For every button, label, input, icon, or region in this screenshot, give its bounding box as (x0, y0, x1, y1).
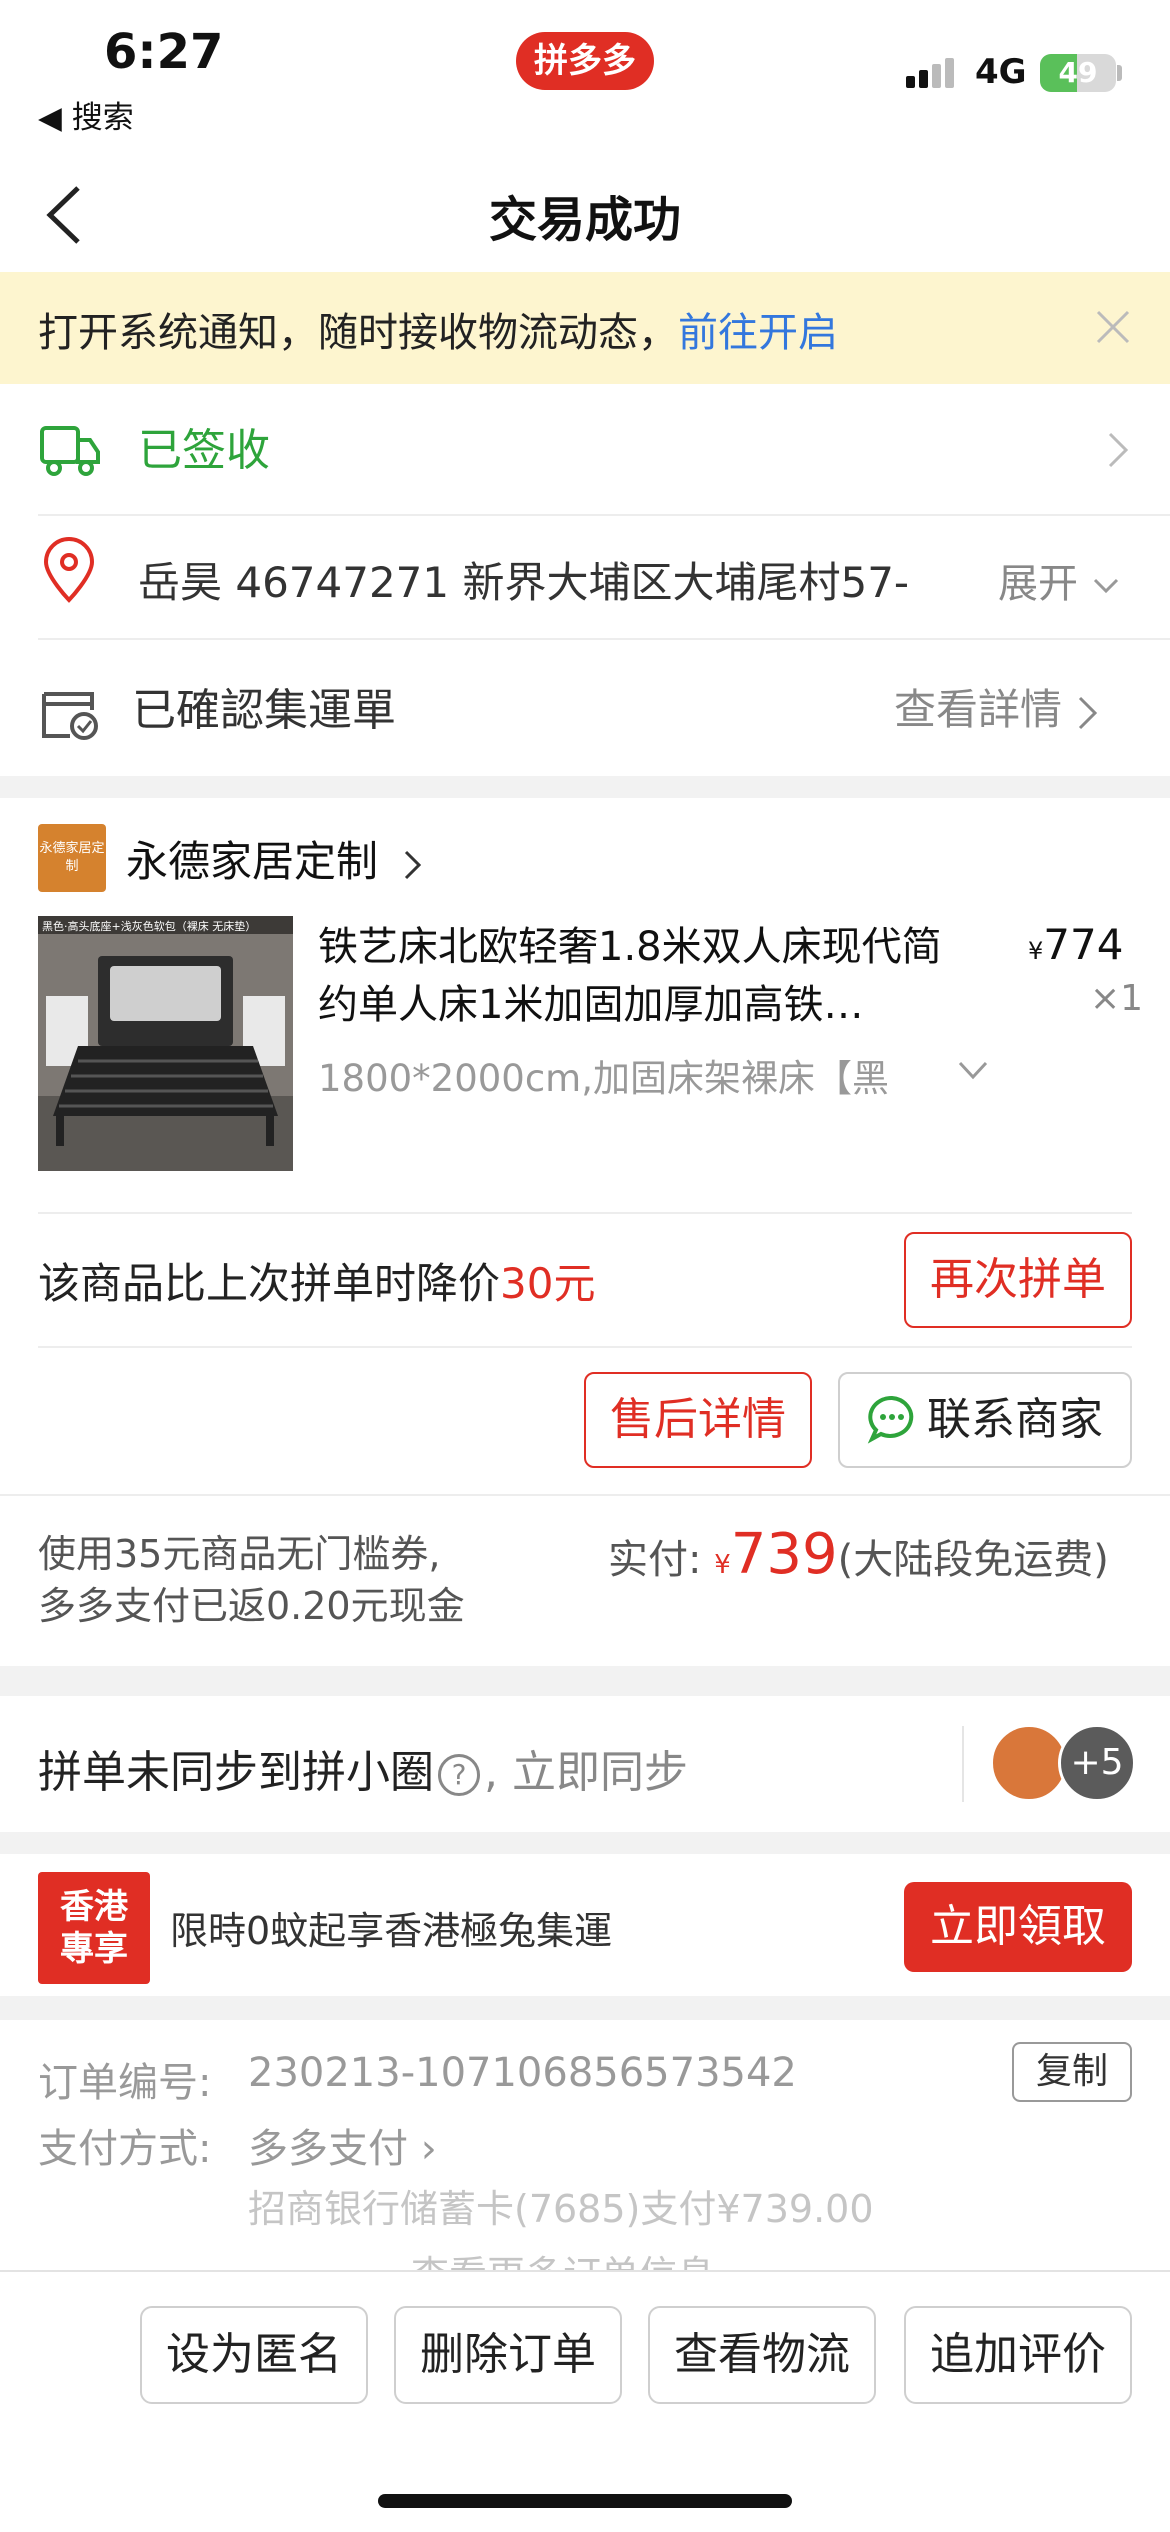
sync-to-circle-row[interactable]: 拼单未同步到拼小圈?, 立即同步 (38, 1736, 688, 1800)
chevron-right-icon (1108, 432, 1129, 468)
chat-icon (867, 1395, 914, 1444)
back-to-search-link[interactable]: ◀ 搜索 (38, 92, 134, 137)
battery-icon: 49 (1040, 54, 1116, 92)
help-icon[interactable]: ? (438, 1754, 480, 1796)
bank-payment-detail: 招商银行储蓄卡(7685)支付¥739.00 (248, 2187, 874, 2231)
payment-method-label: 支付方式: (38, 2126, 212, 2172)
home-indicator (378, 2494, 792, 2508)
location-pin-icon (43, 537, 95, 603)
delivery-status-row[interactable]: 已签收 (0, 384, 1170, 514)
paid-amount: 实付: ¥739(大陆段免运费) (608, 1522, 1109, 1587)
promo-card: 香港 專享 限時0蚊起享香港極兔集運 立即領取 (0, 1854, 1170, 1996)
status-time: 6:27 (104, 24, 224, 80)
view-logistics-button[interactable]: 查看物流 (648, 2306, 876, 2404)
avatar[interactable] (990, 1724, 1068, 1802)
paid-label: 实付: (608, 1537, 715, 1583)
consolidation-icon (42, 692, 98, 740)
order-number-label: 订单编号: (38, 2060, 212, 2106)
rebuy-button[interactable]: 再次拼单 (904, 1232, 1132, 1328)
order-info-card: 订单编号: 230213-107106856573542 复制 支付方式: 多多… (0, 2020, 1170, 2270)
divider (962, 1726, 964, 1802)
page-title: 交易成功 (488, 192, 681, 248)
bed-illustration (38, 916, 293, 1171)
close-icon[interactable] (1088, 302, 1138, 352)
store-name-link[interactable]: 永德家居定制 (126, 828, 425, 889)
chevron-down-icon[interactable] (955, 1053, 991, 1089)
truck-icon (40, 426, 100, 476)
badge-line-2: 專享 (60, 1929, 128, 1969)
delivery-status: 已签收 (138, 425, 270, 476)
price-drop-notice: 该商品比上次拼单时降价30元 (38, 1250, 595, 1311)
sync-now-link[interactable]: , 立即同步 (484, 1747, 688, 1798)
product-title[interactable]: 铁艺床北欧轻奢1.8米双人床现代简约单人床1米加固加厚加高铁… (318, 918, 978, 1034)
add-review-button[interactable]: 追加评价 (904, 2306, 1132, 2404)
order-number: 230213-107106856573542 (248, 2050, 797, 2096)
hk-exclusive-badge: 香港 專享 (38, 1872, 150, 1984)
cashback-note: 多多支付已返0.20元现金 (38, 1584, 465, 1628)
expand-label: 展开 (998, 561, 1078, 607)
product-spec[interactable]: 1800*2000cm,加固床架裸床【黑 (318, 1048, 958, 1102)
chevron-down-icon (1093, 578, 1118, 594)
payment-note: 使用35元商品无门槛券, 多多支付已返0.20元现金 (38, 1528, 465, 1632)
promo-text: 限時0蚊起享香港極兔集運 (170, 1909, 613, 1953)
notice-text: 打开系统通知，随时接收物流动态， (38, 310, 678, 356)
bottom-action-bar: 设为匿名 删除订单 查看物流 追加评价 (0, 2270, 1170, 2532)
consolidation-status: 已確認集運單 (132, 685, 396, 736)
price-value: 774 (1043, 920, 1124, 969)
price-drop-amount: 30元 (500, 1259, 596, 1308)
notice-message: 打开系统通知，随时接收物流动态，前往开启 (38, 300, 838, 358)
copy-button[interactable]: 复制 (1012, 2042, 1132, 2102)
status-bar: 6:27 ◀ 搜索 拼多多 4G 49 (0, 0, 1170, 160)
divider (0, 1494, 1170, 1496)
store-name: 永德家居定制 (126, 837, 379, 886)
app-logo: 拼多多 (516, 32, 654, 90)
product-image-caption: 黑色·高头底座+浅灰色软包（裸床 无床垫） (42, 920, 257, 933)
battery-cap (1117, 65, 1122, 81)
network-type: 4G (975, 52, 1027, 92)
view-details-link[interactable]: 查看詳情 (894, 676, 1101, 737)
set-anonymous-button[interactable]: 设为匿名 (140, 2306, 368, 2404)
store-logo[interactable]: 永德家居定制 (38, 824, 106, 892)
sync-card: 拼单未同步到拼小圈?, 立即同步 +5 (0, 1696, 1170, 1832)
payment-method[interactable]: 多多支付 › (248, 2116, 437, 2174)
paid-value: 739 (730, 1522, 838, 1587)
view-details-label: 查看詳情 (894, 685, 1063, 734)
price-currency: ¥ (1028, 937, 1044, 965)
after-sale-button[interactable]: 售后详情 (584, 1372, 812, 1468)
battery-level: 49 (1058, 56, 1098, 89)
view-more-order-info[interactable]: 查看更多订单信息 ⌄ (0, 2244, 1170, 2270)
order-product-card: 永德家居定制 永德家居定制 黑色·高头底座+浅灰色软包（裸床 无床垫） 铁艺床北… (0, 798, 1170, 1666)
nav-bar: 交易成功 (0, 160, 1170, 272)
product-quantity: ×1 (1090, 978, 1144, 1019)
signal-icon (906, 58, 958, 88)
sync-message: 拼单未同步到拼小圈 (38, 1747, 434, 1798)
paid-currency: ¥ (714, 1550, 731, 1580)
expand-address-button[interactable]: 展开 (998, 551, 1121, 609)
coupon-note: 使用35元商品无门槛券, (38, 1532, 441, 1576)
price-drop-text: 该商品比上次拼单时降价 (38, 1259, 501, 1308)
badge-line-1: 香港 (60, 1887, 128, 1927)
product-image[interactable]: 黑色·高头底座+浅灰色软包（裸床 无床垫） (38, 916, 293, 1171)
delete-order-button[interactable]: 删除订单 (394, 2306, 622, 2404)
divider (38, 1346, 1132, 1348)
product-price: ¥774 (1028, 920, 1123, 969)
notification-banner: 打开系统通知，随时接收物流动态，前往开启 (0, 272, 1170, 384)
chevron-right-icon (1079, 696, 1098, 729)
contact-merchant-label: 联系商家 (927, 1394, 1103, 1445)
claim-now-button[interactable]: 立即領取 (904, 1882, 1132, 1972)
chevron-right-icon (405, 850, 422, 879)
avatar-more-count[interactable]: +5 (1058, 1724, 1136, 1802)
contact-merchant-button[interactable]: 联系商家 (838, 1372, 1132, 1468)
shipping-note: (大陆段免运费) (837, 1537, 1109, 1583)
enable-notification-link[interactable]: 前往开启 (678, 310, 838, 356)
divider (38, 1212, 1132, 1214)
order-status-card: 已签收 岳昊 46747271 新界大埔区大埔尾村57- 展开 已確認集運單 查… (0, 384, 1170, 776)
shipping-address: 岳昊 46747271 新界大埔区大埔尾村57- (138, 558, 910, 607)
